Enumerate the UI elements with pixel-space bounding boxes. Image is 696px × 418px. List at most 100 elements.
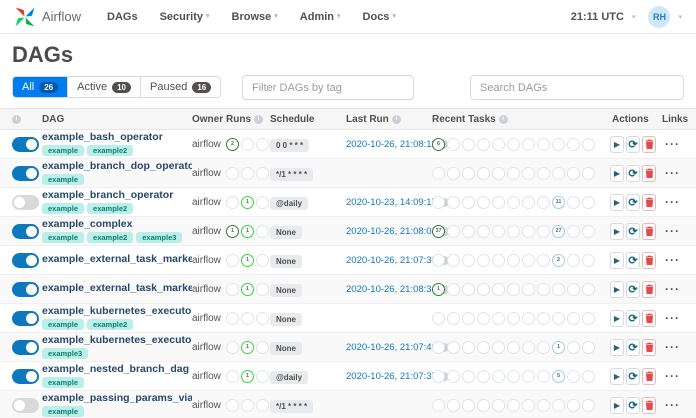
task-status-circle[interactable] (492, 311, 505, 325)
dag-tag[interactable]: example (42, 232, 85, 243)
task-status-circle[interactable] (522, 195, 535, 209)
task-status-circle[interactable] (582, 224, 595, 238)
delete-dag-button[interactable] (642, 280, 656, 298)
task-status-circle[interactable] (447, 137, 460, 151)
task-status-circle[interactable]: 11 (552, 195, 565, 209)
task-status-circle[interactable] (567, 282, 580, 296)
refresh-dag-button[interactable]: ⟳ (626, 193, 640, 211)
run-status-circle[interactable] (256, 369, 269, 383)
task-status-circle[interactable] (477, 369, 490, 383)
task-status-circle[interactable] (552, 398, 565, 412)
task-status-circle[interactable] (462, 369, 475, 383)
task-status-circle[interactable] (447, 224, 460, 238)
task-status-circle[interactable] (492, 340, 505, 354)
links-menu-button[interactable]: ··· (656, 311, 684, 325)
task-status-circle[interactable] (432, 398, 445, 412)
nav-item-docs[interactable]: Docs ▾ (363, 11, 396, 23)
task-status-circle[interactable] (582, 398, 595, 412)
refresh-dag-button[interactable]: ⟳ (626, 396, 640, 414)
dag-search-input[interactable] (470, 75, 684, 100)
trigger-dag-button[interactable]: ▶ (610, 396, 624, 414)
task-status-circle[interactable] (492, 369, 505, 383)
task-status-circle[interactable] (507, 253, 520, 267)
task-status-circle[interactable] (567, 195, 580, 209)
task-status-circle[interactable] (462, 311, 475, 325)
run-status-circle[interactable] (256, 137, 269, 151)
trigger-dag-button[interactable]: ▶ (610, 280, 624, 298)
delete-dag-button[interactable] (642, 193, 656, 211)
run-status-circle[interactable] (241, 311, 254, 325)
links-menu-button[interactable]: ··· (656, 282, 684, 296)
task-status-circle[interactable] (522, 311, 535, 325)
task-status-circle[interactable] (447, 166, 460, 180)
run-status-circle[interactable]: 1 (241, 340, 254, 354)
run-status-circle[interactable] (256, 311, 269, 325)
task-status-circle[interactable]: 6 (432, 137, 445, 151)
task-status-circle[interactable] (552, 137, 565, 151)
run-status-circle[interactable] (256, 195, 269, 209)
tag-filter-input[interactable] (242, 75, 414, 100)
run-status-circle[interactable]: 1 (241, 195, 254, 209)
task-status-circle[interactable] (492, 195, 505, 209)
dag-tag[interactable]: example3 (136, 232, 183, 243)
task-status-circle[interactable] (582, 311, 595, 325)
dag-name-link[interactable]: example_branch_operator (42, 190, 192, 201)
task-status-circle[interactable] (432, 340, 445, 354)
run-status-circle[interactable] (256, 340, 269, 354)
task-status-circle[interactable] (507, 166, 520, 180)
last-run-link[interactable]: 2020-10-26, 21:07:40 (346, 342, 437, 353)
task-status-circle[interactable] (507, 137, 520, 151)
trigger-dag-button[interactable]: ▶ (610, 193, 624, 211)
task-status-circle[interactable] (582, 166, 595, 180)
task-status-circle[interactable] (537, 224, 550, 238)
dag-name-link[interactable]: example_external_task_marker_parent (42, 283, 192, 294)
task-status-circle[interactable] (567, 340, 580, 354)
task-status-circle[interactable] (462, 398, 475, 412)
task-status-circle[interactable] (462, 340, 475, 354)
delete-dag-button[interactable] (642, 222, 656, 240)
task-status-circle[interactable]: 37 (432, 224, 445, 238)
task-status-circle[interactable] (582, 137, 595, 151)
task-status-circle[interactable] (552, 311, 565, 325)
run-status-circle[interactable]: 1 (241, 282, 254, 296)
task-status-circle[interactable] (432, 311, 445, 325)
dag-tag[interactable]: example (42, 406, 85, 417)
task-status-circle[interactable]: 2 (552, 253, 565, 267)
task-status-circle[interactable] (552, 166, 565, 180)
task-status-circle[interactable] (447, 369, 460, 383)
task-status-circle[interactable] (567, 398, 580, 412)
task-status-circle[interactable] (492, 166, 505, 180)
run-status-circle[interactable] (256, 282, 269, 296)
task-status-circle[interactable] (537, 369, 550, 383)
col-header-runs[interactable]: Runs i (226, 114, 270, 125)
trigger-dag-button[interactable]: ▶ (610, 338, 624, 356)
utc-clock[interactable]: 21:11 UTC (571, 11, 624, 23)
task-status-circle[interactable] (492, 137, 505, 151)
run-status-circle[interactable] (256, 398, 269, 412)
dag-pause-toggle[interactable] (12, 136, 39, 152)
delete-dag-button[interactable] (642, 164, 656, 182)
task-status-circle[interactable] (507, 195, 520, 209)
task-status-circle[interactable] (507, 224, 520, 238)
run-status-circle[interactable] (226, 166, 239, 180)
dag-tag[interactable]: example2 (87, 203, 134, 214)
task-status-circle[interactable] (582, 195, 595, 209)
task-status-circle[interactable] (492, 224, 505, 238)
task-status-circle[interactable]: 1 (432, 282, 445, 296)
task-status-circle[interactable]: 27 (552, 224, 565, 238)
dag-name-link[interactable]: example_complex (42, 219, 192, 230)
dag-tag[interactable]: example (42, 174, 85, 185)
run-status-circle[interactable] (241, 137, 254, 151)
refresh-dag-button[interactable]: ⟳ (626, 251, 640, 269)
links-menu-button[interactable]: ··· (656, 398, 684, 412)
dag-name-link[interactable]: example_passing_params_via_test_command (42, 393, 192, 404)
delete-dag-button[interactable] (642, 251, 656, 269)
col-header-owner[interactable]: Owner (192, 114, 226, 125)
trigger-dag-button[interactable]: ▶ (610, 251, 624, 269)
col-header-dag[interactable]: DAG (42, 114, 192, 125)
links-menu-button[interactable]: ··· (656, 369, 684, 383)
task-status-circle[interactable] (432, 369, 445, 383)
dag-pause-toggle[interactable] (12, 165, 39, 181)
last-run-link[interactable]: 2020-10-26, 21:07:33 (346, 255, 437, 266)
run-status-circle[interactable] (226, 282, 239, 296)
